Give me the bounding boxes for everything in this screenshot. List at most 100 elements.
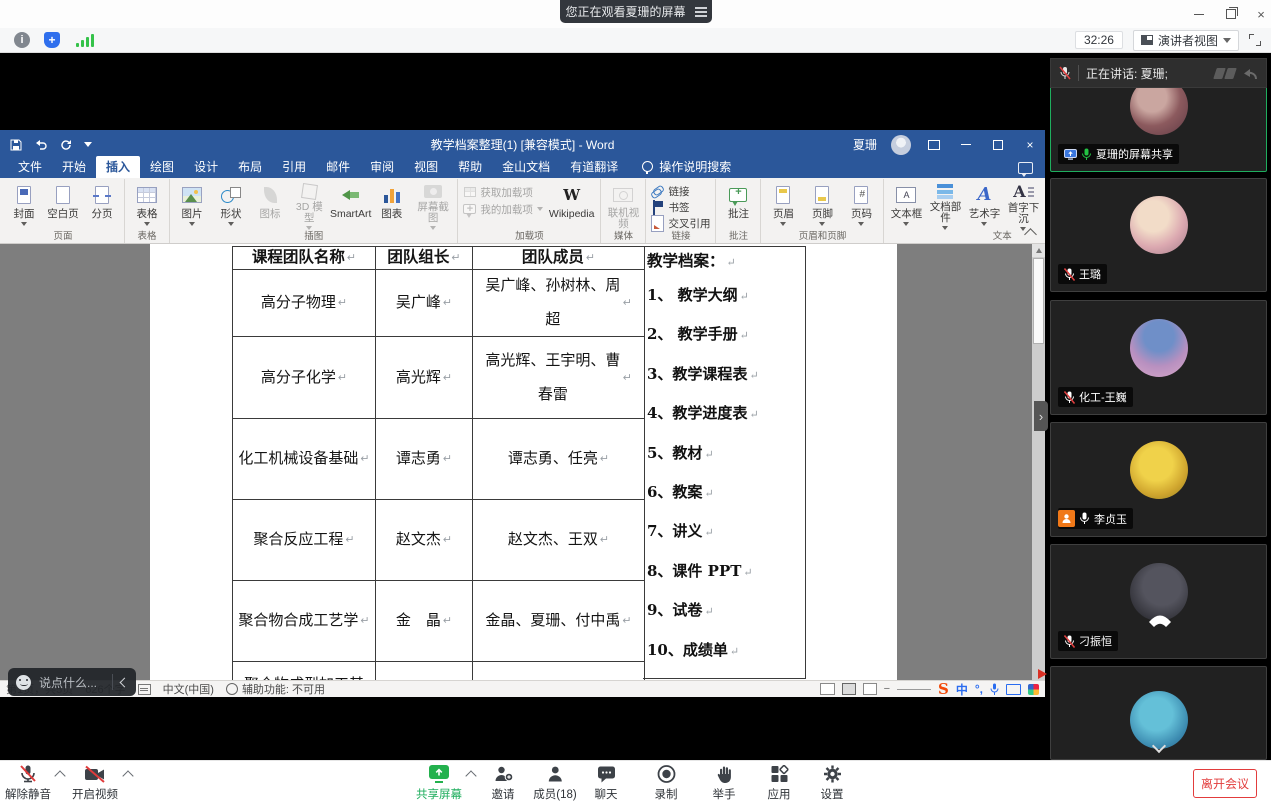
my-addins-button: 我的加载项 (461, 201, 545, 218)
chat-placeholder[interactable]: 说点什么... (39, 674, 104, 691)
apps-button[interactable]: 应用 (768, 764, 791, 802)
cover-page-button[interactable]: 封面 (5, 181, 43, 230)
invite-button[interactable]: 邀请 (492, 764, 515, 802)
shapes-button[interactable]: 形状 (212, 181, 250, 230)
raise-hand-button[interactable]: 举手 (713, 764, 736, 802)
word-close-button[interactable]: × (1021, 136, 1039, 154)
link-button[interactable]: 链接 (649, 184, 712, 199)
language-indicator[interactable]: 中文(中国) (163, 681, 214, 697)
scroll-up-button[interactable] (1032, 244, 1045, 257)
members-button[interactable]: 成员(18) (533, 764, 577, 802)
previous-page-icon[interactable] (1213, 67, 1237, 79)
sogou-input-icon[interactable]: S (938, 681, 949, 697)
text-box-button[interactable]: A 文本框 (887, 181, 925, 230)
video-tile[interactable] (1050, 666, 1267, 760)
tab-youdao-translate[interactable]: 有道翻译 (560, 156, 628, 178)
tab-layout[interactable]: 布局 (228, 156, 272, 178)
mic-muted-icon (1064, 390, 1075, 404)
soft-keyboard-icon[interactable] (1006, 683, 1021, 695)
punctuation-icon[interactable]: °, (975, 682, 983, 696)
drop-cap-button[interactable]: A 首字下沉 (1004, 181, 1042, 231)
quick-access-more-icon[interactable] (84, 142, 92, 147)
date-time-button[interactable]: 日期和时间 (1043, 200, 1045, 215)
comments-icon[interactable] (1018, 162, 1033, 177)
tab-mailings[interactable]: 邮件 (316, 156, 360, 178)
blank-page-button[interactable]: 空白页 (44, 181, 82, 230)
ribbon-group-pages: 封面 空白页 分页 页面 (2, 179, 125, 243)
video-tile[interactable]: 刁振恒 (1050, 544, 1267, 659)
header-button[interactable]: 页眉 (764, 181, 802, 230)
input-skin-icon[interactable] (1028, 683, 1039, 695)
panel-expander[interactable]: › (1034, 401, 1048, 431)
chevron-down-icon (1223, 37, 1231, 43)
chinese-mode-icon[interactable]: 中 (956, 681, 968, 698)
read-mode-icon[interactable] (819, 683, 835, 695)
document-canvas[interactable]: 课程团队名称 团队组长 团队成员 高分子物理 吴广峰 吴广峰、孙树林、周超 高分… (0, 244, 1045, 680)
reply-arrow-icon[interactable] (1242, 67, 1258, 80)
video-tile[interactable]: 王璐 (1050, 178, 1267, 292)
view-mode-button[interactable]: 演讲者视图 (1132, 29, 1239, 51)
signature-line-button[interactable]: 签名行 (1043, 184, 1045, 199)
scrollbar-thumb[interactable] (1033, 258, 1044, 344)
redo-icon[interactable] (60, 139, 72, 151)
footer-button[interactable]: 页脚 (803, 181, 841, 230)
tab-help[interactable]: 帮助 (448, 156, 492, 178)
undo-icon[interactable] (34, 139, 48, 150)
fullscreen-icon[interactable] (1249, 34, 1261, 46)
wordart-button[interactable]: A 艺术字 (965, 181, 1003, 230)
smartart-button[interactable]: SmartArt (330, 181, 372, 230)
share-screen-button[interactable]: 共享屏幕 (416, 764, 462, 802)
zoom-slider[interactable] (897, 688, 931, 690)
tab-view[interactable]: 视图 (404, 156, 448, 178)
window-close-button[interactable]: × (1248, 6, 1271, 22)
banner-menu-icon[interactable] (694, 10, 707, 13)
chart-button[interactable]: 图表 (373, 181, 411, 230)
print-layout-icon[interactable] (841, 683, 856, 695)
proofing-icon[interactable] (137, 683, 151, 695)
active-speaker-bar: 正在讲话: 夏珊; (1050, 58, 1267, 88)
unmute-button[interactable]: 解除静音 (5, 764, 51, 802)
bookmark-button[interactable]: 书签 (649, 200, 712, 215)
window-minimize-button[interactable] (1186, 6, 1212, 22)
table-button[interactable]: 表格 (128, 181, 166, 230)
tab-wps-docs[interactable]: 金山文档 (492, 156, 560, 178)
account-avatar[interactable] (891, 134, 911, 155)
tell-me-search[interactable]: 操作说明搜索 (642, 158, 731, 178)
quick-parts-button[interactable]: 文档部件 (926, 181, 964, 230)
tab-references[interactable]: 引用 (272, 156, 316, 178)
emoji-icon[interactable] (16, 674, 31, 690)
video-tile[interactable]: 化工-王巍 (1050, 300, 1267, 415)
save-icon[interactable] (10, 139, 22, 151)
window-restore-button[interactable] (1218, 6, 1244, 22)
new-comment-button[interactable]: 批注 (719, 181, 757, 230)
video-tile[interactable]: 李贞玉 (1050, 422, 1267, 537)
ribbon-display-options-icon[interactable] (925, 136, 943, 154)
voice-input-icon[interactable] (990, 683, 999, 695)
word-minimize-button[interactable] (957, 136, 975, 154)
collapse-chat-icon[interactable] (119, 677, 130, 687)
tab-design[interactable]: 设计 (184, 156, 228, 178)
document-scrollbar[interactable] (1032, 244, 1045, 680)
zoom-out-button[interactable]: − (884, 683, 890, 695)
tab-draw[interactable]: 绘图 (140, 156, 184, 178)
accessibility-status[interactable]: 辅助功能: 不可用 (242, 681, 325, 697)
word-restore-button[interactable] (989, 136, 1007, 154)
security-shield-icon[interactable] (44, 32, 60, 48)
tab-file[interactable]: 文件 (8, 156, 52, 178)
wikipedia-button[interactable]: W Wikipedia (546, 181, 598, 230)
pictures-button[interactable]: 图片 (173, 181, 211, 230)
chat-button[interactable]: 聊天 (595, 764, 618, 802)
leave-meeting-button[interactable]: 离开会议 (1193, 769, 1257, 798)
chat-quick-input[interactable]: 说点什么... (8, 668, 136, 696)
web-layout-icon[interactable] (862, 683, 877, 695)
start-video-button[interactable]: 开启视频 (72, 764, 118, 802)
page-break-button[interactable]: 分页 (83, 181, 121, 230)
tab-review[interactable]: 审阅 (360, 156, 404, 178)
tab-home[interactable]: 开始 (52, 156, 96, 178)
settings-button[interactable]: 设置 (821, 764, 844, 802)
page-number-button[interactable]: 页码 (842, 181, 880, 230)
quick-parts-icon (937, 184, 954, 199)
tab-insert[interactable]: 插入 (96, 156, 141, 178)
record-button[interactable]: 录制 (655, 764, 678, 802)
meeting-info-icon[interactable]: i (14, 32, 30, 48)
